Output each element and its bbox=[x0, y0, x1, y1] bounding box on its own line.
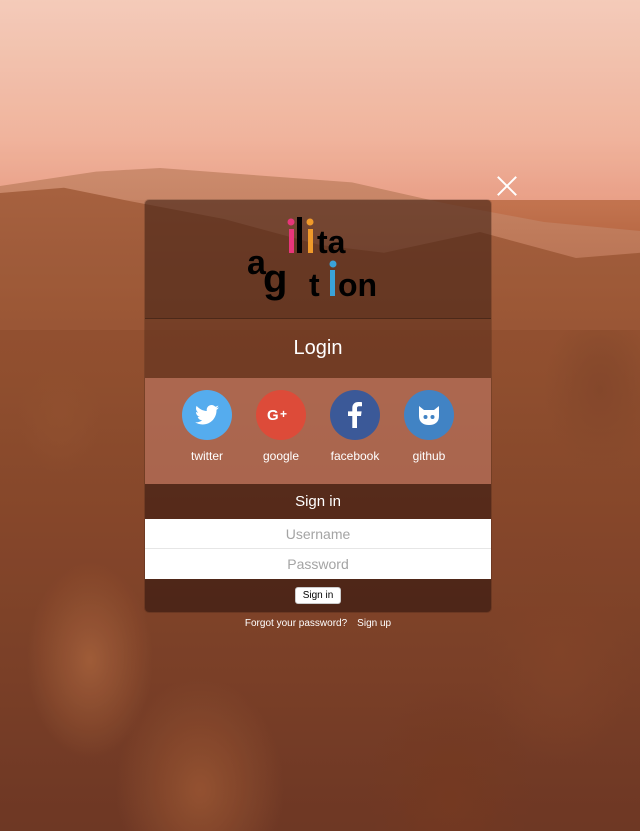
github-label: github bbox=[412, 449, 446, 463]
google-plus-icon: G + bbox=[256, 390, 306, 440]
twitter-login-button[interactable]: twitter bbox=[182, 390, 232, 484]
svg-text:ta: ta bbox=[317, 224, 346, 260]
agitation-logo: ta a g t on bbox=[247, 217, 377, 303]
twitter-icon bbox=[182, 390, 232, 440]
password-input[interactable] bbox=[145, 549, 491, 579]
social-login-row: twitter G + google facebook github bbox=[145, 378, 491, 484]
svg-text:on: on bbox=[338, 267, 377, 303]
close-icon[interactable] bbox=[496, 175, 518, 197]
svg-text:g: g bbox=[263, 257, 287, 301]
facebook-login-button[interactable]: facebook bbox=[330, 390, 380, 484]
signup-link[interactable]: Sign up bbox=[357, 618, 391, 629]
signin-button[interactable]: Sign in bbox=[294, 587, 342, 604]
svg-text:t: t bbox=[309, 267, 320, 303]
login-card: ta a g t on Login twitter G + google fac… bbox=[145, 200, 491, 612]
twitter-label: twitter bbox=[190, 449, 223, 463]
facebook-label: facebook bbox=[330, 449, 380, 463]
login-title: Login bbox=[145, 319, 491, 378]
github-icon bbox=[404, 390, 454, 440]
signin-footer: Sign in bbox=[145, 579, 491, 612]
google-label: google bbox=[262, 449, 300, 463]
username-input[interactable] bbox=[145, 519, 491, 549]
google-login-button[interactable]: G + google bbox=[256, 390, 306, 484]
signin-heading: Sign in bbox=[145, 484, 491, 519]
svg-text:+: + bbox=[280, 407, 287, 421]
github-login-button[interactable]: github bbox=[404, 390, 454, 484]
facebook-icon bbox=[330, 390, 380, 440]
auth-links: Forgot your password? Sign up bbox=[145, 618, 491, 629]
forgot-password-link[interactable]: Forgot your password? bbox=[245, 618, 347, 629]
logo-area: ta a g t on bbox=[145, 200, 491, 319]
svg-text:G: G bbox=[267, 407, 279, 424]
